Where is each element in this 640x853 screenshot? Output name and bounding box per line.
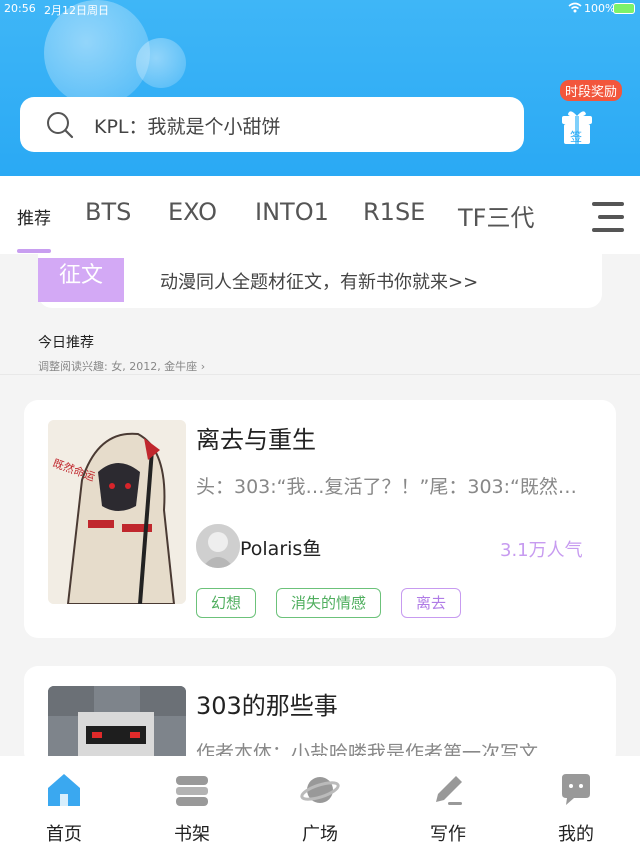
book-card[interactable]: 既然命运 离去与重生 头：303:“我…复活了？！”尾：303:“既然… Pol… [24,400,616,638]
tab-tf3[interactable]: TF三代 [458,198,534,233]
time-reward-button[interactable]: 时段奖励 签 [556,80,628,150]
tab-fade [548,176,588,254]
book-tag[interactable]: 消失的情感 [276,588,382,618]
book-cover [48,686,186,766]
book-title: 303的那些事 [196,692,338,720]
chevron-right-icon: › [200,360,206,373]
nav-square[interactable]: 广场 [270,770,370,850]
reading-interest-link[interactable]: 调整阅读兴趣: 女, 2012, 金牛座 › [38,358,205,374]
status-bar: 20:56 2月12日周日 100% [0,0,640,18]
reading-interest-text: 调整阅读兴趣: 女, 2012, 金牛座 [38,360,198,373]
battery-percent: 100% [584,2,616,15]
reward-badge: 时段奖励 [560,80,623,101]
chat-bubble-icon [562,774,590,805]
active-tab-indicator [17,249,51,253]
banner-text: 动漫同人全题材征文，有新书你就来>> [160,272,479,293]
section-title: 今日推荐 [38,335,94,351]
tab-exo[interactable]: EXO [168,198,217,226]
avatar [196,524,240,568]
book-cover: 既然命运 [48,420,186,604]
book-title: 离去与重生 [196,426,316,454]
book-tag[interactable]: 幻想 [196,588,257,618]
nav-home[interactable]: 首页 [14,770,114,850]
status-time: 20:56 [4,2,36,15]
divider [0,374,640,375]
nav-bookshelf[interactable]: 书架 [142,770,242,850]
author-name: Polaris鱼 [240,538,322,560]
contest-tag: 征文 [38,258,124,302]
nav-mine[interactable]: 我的 [526,770,626,850]
decor-bubble [136,38,186,88]
book-description: 头：303:“我…复活了？！”尾：303:“既然… [196,476,577,498]
battery-icon [613,3,635,14]
book-tag[interactable]: 离去 [401,588,462,618]
planet-icon [300,777,340,803]
menu-icon[interactable] [590,200,626,234]
wifi-icon [568,2,582,16]
tab-r1se[interactable]: R1SE [363,198,425,226]
tab-bts[interactable]: BTS [85,198,131,226]
tab-recommend[interactable]: 推荐 [17,204,51,229]
search-bar[interactable]: KPL：我就是个小甜饼 [20,97,524,152]
contest-banner[interactable]: 征文 动漫同人全题材征文，有新书你就来>> [38,254,602,308]
header: 20:56 2月12日周日 100% KPL：我就是个小甜饼 时段奖励 签 [0,0,640,176]
pen-icon [436,776,462,805]
bookshelf-icon [176,776,208,806]
book-card[interactable]: 303的那些事 作者本体：小盐哈喽我是作者第一次写文… [24,666,616,766]
bottom-nav: 首页 书架 广场 写作 我的 [0,756,640,853]
tab-into1[interactable]: INTO1 [255,198,329,226]
nav-label: 首页 [46,824,82,845]
nav-label: 我的 [558,824,594,845]
nav-label: 广场 [302,824,338,845]
search-placeholder: KPL：我就是个小甜饼 [94,116,281,138]
status-date: 2月12日周日 [44,4,109,17]
nav-write[interactable]: 写作 [398,770,498,850]
home-icon [48,774,80,806]
gift-label: 签 [570,130,583,144]
search-icon [47,112,74,139]
popularity-count: 3.1万人气 [500,540,583,561]
nav-label: 书架 [174,824,210,845]
nav-label: 写作 [430,824,466,845]
category-tabs: 推荐 BTS EXO INTO1 R1SE TF三代 [0,176,640,254]
